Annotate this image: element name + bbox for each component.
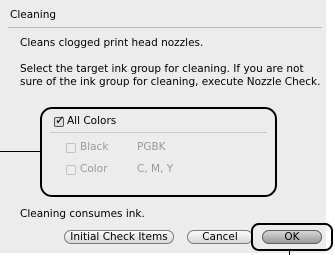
color-checkbox[interactable] <box>66 165 76 175</box>
initial-check-items-button[interactable]: Initial Check Items <box>64 230 174 244</box>
dialog-title: Cleaning <box>10 9 57 21</box>
checkmark-icon: ✓ <box>55 113 66 127</box>
page-margin <box>326 0 335 253</box>
all-colors-checkbox[interactable]: ✓ <box>54 113 65 127</box>
ink-group-box: ✓ All Colors Black PGBK Color C, M, Y <box>40 107 277 197</box>
all-colors-label[interactable]: All Colors <box>67 115 116 127</box>
consumes-ink-note: Cleaning consumes ink. <box>20 208 145 220</box>
cleaning-dialog: Cleaning Cleans clogged print head nozzl… <box>0 0 326 253</box>
ok-callout-highlight <box>251 223 333 251</box>
black-label[interactable]: Black <box>80 141 108 153</box>
black-ink-name: PGBK <box>137 141 166 153</box>
color-ink-names: C, M, Y <box>137 163 174 175</box>
group-divider <box>50 132 267 133</box>
title-divider <box>8 27 322 28</box>
callout-line-left <box>0 151 40 152</box>
cancel-button[interactable]: Cancel <box>187 230 253 244</box>
callout-line-bottom <box>289 251 290 255</box>
black-checkbox[interactable] <box>66 143 76 153</box>
color-label[interactable]: Color <box>80 163 107 175</box>
description-text: Cleans clogged print head nozzles. <box>20 37 204 49</box>
instruction-text: Select the target ink group for cleaning… <box>20 63 321 88</box>
